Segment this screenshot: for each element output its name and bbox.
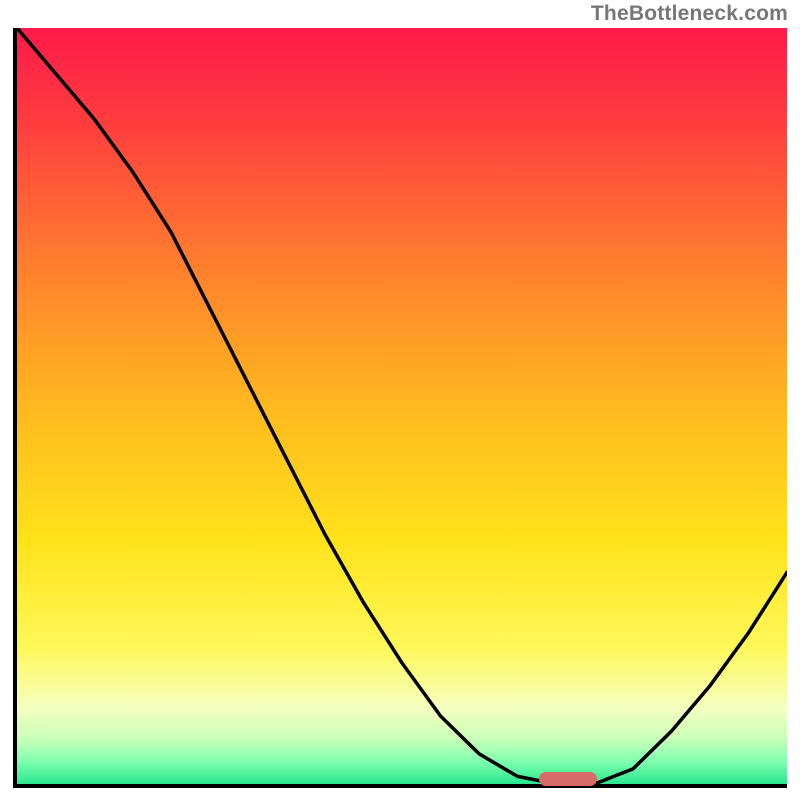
chart-area xyxy=(13,28,787,788)
chart-svg xyxy=(17,28,787,784)
gradient-background xyxy=(17,28,787,784)
optimum-marker xyxy=(539,772,597,786)
watermark-text: TheBottleneck.com xyxy=(591,2,788,26)
